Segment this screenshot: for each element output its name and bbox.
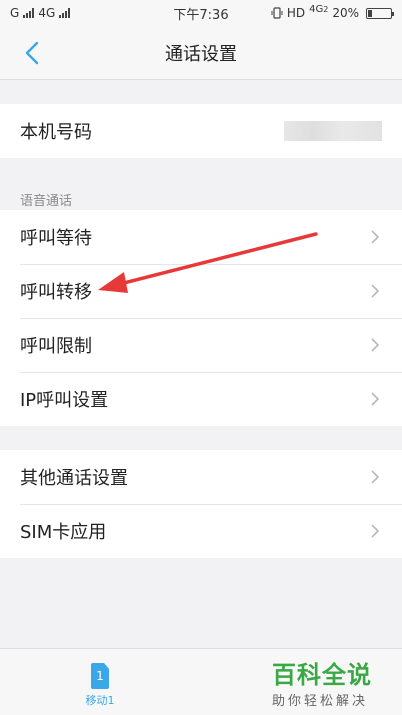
signal-1-icon: [23, 8, 35, 18]
status-left: G 4G: [10, 6, 71, 20]
voice-section-title: 语音通话: [20, 194, 73, 209]
sim-apps-item[interactable]: SIM卡应用: [0, 504, 402, 558]
status-right: HD 4G2 20%: [271, 4, 394, 20]
chevron-right-icon: [371, 284, 380, 298]
network-type-label: 4G: [309, 3, 324, 15]
other-call-settings-label: 其他通话设置: [20, 468, 128, 489]
call-barring-item[interactable]: 呼叫限制: [0, 318, 402, 372]
sim-number: 1: [96, 669, 104, 683]
watermark-main: 百科全说: [272, 661, 372, 689]
status-bar: G 4G 下午7:36 HD 4G2 20%: [0, 0, 402, 26]
call-forwarding-item[interactable]: 呼叫转移: [0, 264, 402, 318]
watermark-logo: 百科全说 助你轻松解决: [272, 655, 392, 709]
signal-2-icon: [59, 8, 71, 18]
vibrate-icon: [271, 7, 283, 19]
watermark-sub: 助你轻松解决: [272, 694, 369, 709]
sim-card-icon: 1: [91, 663, 109, 689]
phone-number-value-masked: [284, 121, 382, 141]
battery-level: [368, 9, 372, 17]
chevron-right-icon: [371, 470, 380, 484]
chevron-right-icon: [371, 524, 380, 538]
title-bar: 通话设置: [0, 26, 402, 80]
chevron-right-icon: [371, 338, 380, 352]
carrier-1-label: G: [10, 6, 20, 20]
phone-number-label: 本机号码: [20, 122, 92, 143]
carrier-2-label: 4G: [38, 6, 56, 20]
call-barring-label: 呼叫限制: [20, 336, 92, 357]
sim-1-label: 移动1: [85, 694, 115, 707]
battery-percent: 20%: [332, 6, 359, 20]
page-title: 通话设置: [165, 43, 237, 65]
network-sub-label: 2: [323, 4, 329, 14]
ip-call-settings-item[interactable]: IP呼叫设置: [0, 372, 402, 426]
other-section-group: 其他通话设置 SIM卡应用: [0, 450, 402, 558]
phone-number-row[interactable]: 本机号码: [0, 104, 402, 158]
chevron-right-icon: [371, 392, 380, 406]
call-waiting-label: 呼叫等待: [20, 228, 92, 249]
ip-call-settings-label: IP呼叫设置: [20, 390, 109, 411]
chevron-left-icon: [25, 41, 39, 65]
back-button[interactable]: [18, 39, 46, 67]
phone-number-group: 本机号码: [0, 104, 402, 158]
sim-1-tab[interactable]: 1 移动1: [80, 663, 120, 708]
call-waiting-item[interactable]: 呼叫等待: [0, 210, 402, 264]
hd-indicator: HD: [286, 6, 306, 20]
voice-section-group: 呼叫等待 呼叫转移 呼叫限制 IP呼叫设置: [0, 210, 402, 426]
network-type: 4G2: [309, 4, 328, 15]
chevron-right-icon: [371, 230, 380, 244]
other-call-settings-item[interactable]: 其他通话设置: [0, 450, 402, 504]
call-forwarding-label: 呼叫转移: [20, 282, 92, 303]
battery-icon: [366, 7, 394, 19]
sim-apps-label: SIM卡应用: [20, 522, 107, 543]
